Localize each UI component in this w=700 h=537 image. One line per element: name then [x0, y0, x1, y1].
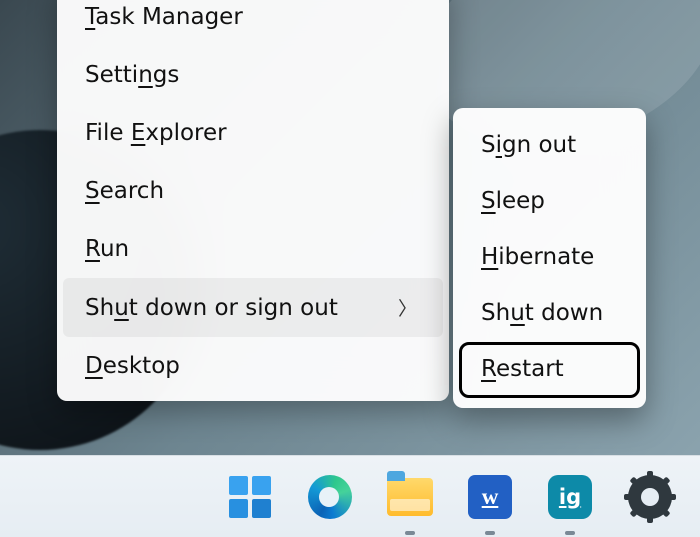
submenu-item-label: Hibernate [481, 244, 594, 270]
submenu-item-shut-down[interactable]: Shut down [459, 286, 640, 342]
menu-item-run[interactable]: Run [63, 220, 443, 278]
taskbar-ig-button[interactable]: ig [545, 472, 595, 522]
menu-item-label: Desktop [85, 353, 180, 379]
menu-item-label: Settings [85, 62, 179, 88]
submenu-item-sleep[interactable]: Sleep [459, 174, 640, 230]
menu-item-settings[interactable]: Settings [63, 46, 443, 104]
chevron-right-icon: 〉 [398, 294, 417, 321]
gear-icon [628, 475, 672, 519]
menu-item-label: Shut down or sign out [85, 295, 338, 321]
submenu-item-sign-out[interactable]: Sign out [459, 118, 640, 174]
word-icon: w [468, 475, 512, 519]
submenu-item-hibernate[interactable]: Hibernate [459, 230, 640, 286]
menu-item-task-manager[interactable]: Task Manager [63, 0, 443, 46]
submenu-item-label: Shut down [481, 300, 603, 326]
submenu-item-restart[interactable]: Restart [459, 342, 640, 398]
submenu-item-label: Sleep [481, 188, 545, 214]
edge-icon [308, 475, 352, 519]
taskbar-edge-button[interactable] [305, 472, 355, 522]
menu-item-shut-down-or-sign-out[interactable]: Shut down or sign out 〉 [63, 278, 443, 337]
submenu-item-label: Restart [481, 356, 564, 382]
menu-item-label: Search [85, 178, 164, 204]
menu-item-search[interactable]: Search [63, 162, 443, 220]
taskbar-word-button[interactable]: w [465, 472, 515, 522]
menu-item-desktop[interactable]: Desktop [63, 337, 443, 395]
submenu-item-label: Sign out [481, 132, 576, 158]
taskbar-file-explorer-button[interactable] [385, 472, 435, 522]
taskbar-start-button[interactable] [225, 472, 275, 522]
menu-item-label: File Explorer [85, 120, 227, 146]
file-explorer-icon [387, 478, 433, 516]
menu-item-label: Run [85, 236, 129, 262]
power-user-menu: Task Manager Settings File Explorer Sear… [57, 0, 449, 401]
power-submenu: Sign out Sleep Hibernate Shut down Resta… [453, 108, 646, 408]
ig-icon: ig [548, 475, 592, 519]
menu-item-file-explorer[interactable]: File Explorer [63, 104, 443, 162]
taskbar-settings-button[interactable] [625, 472, 675, 522]
menu-item-label: Task Manager [85, 4, 243, 30]
taskbar: w ig [0, 455, 700, 537]
start-icon [229, 476, 271, 518]
